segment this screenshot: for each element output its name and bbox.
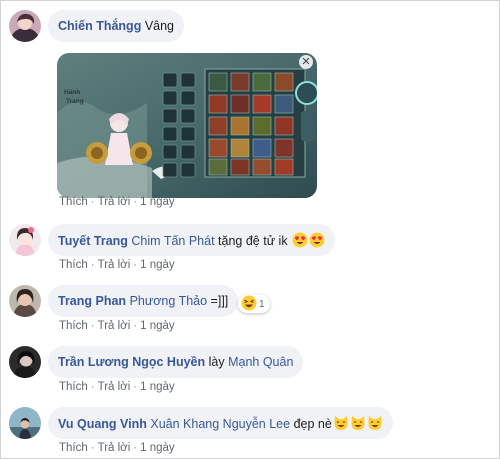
- comment-actions: Thích · Trả lời · 1 ngày: [59, 259, 175, 271]
- comment-author[interactable]: Tuyết Trang: [58, 234, 128, 248]
- reply-link[interactable]: Trả lời: [98, 259, 131, 271]
- avatar-vu-quang-vinh[interactable]: [9, 407, 41, 439]
- close-icon[interactable]: ✕: [299, 55, 313, 69]
- timestamp[interactable]: 1 ngày: [140, 320, 175, 332]
- mention-link[interactable]: Mạnh Quân: [228, 355, 293, 369]
- smiling-cat-emoji-icon: [350, 415, 366, 435]
- comment-actions: Thích · Trả lời · 1 ngày: [59, 320, 175, 332]
- reply-link[interactable]: Trả lời: [98, 442, 131, 454]
- timestamp[interactable]: 1 ngày: [140, 259, 175, 271]
- comment-bubble: Trang Phan Phương Thảo =]]]: [48, 285, 239, 317]
- comment-bubble: Chiến Thắngg Vâng: [48, 10, 185, 42]
- like-link[interactable]: Thích: [59, 442, 88, 454]
- comment-actions: Thích · Trả lời · 1 ngày: [59, 381, 175, 393]
- like-link[interactable]: Thích: [59, 320, 88, 332]
- like-link[interactable]: Thích: [59, 196, 88, 208]
- reply-link[interactable]: Trả lời: [98, 196, 131, 208]
- heart-eyes-emoji-icon: [309, 232, 325, 252]
- timestamp[interactable]: 1 ngày: [140, 196, 175, 208]
- comment-author[interactable]: Chiến Thắngg: [58, 19, 141, 33]
- comment-text: lày: [208, 355, 225, 369]
- mention-link[interactable]: Chim Tấn Phát: [131, 234, 214, 248]
- image-caption: Hành: [64, 89, 81, 96]
- like-link[interactable]: Thích: [59, 259, 88, 271]
- comment-bubble: Tuyết Trang Chim Tấn Phát tặng đệ tử ik: [48, 224, 336, 256]
- avatar-tuyet-trang[interactable]: [9, 224, 41, 256]
- image-caption: Trang: [66, 98, 84, 105]
- timestamp[interactable]: 1 ngày: [140, 442, 175, 454]
- comment-author[interactable]: Vu Quang Vinh: [58, 417, 147, 431]
- comment-bubble: Trần Lương Ngọc Huyền lày Mạnh Quân: [48, 346, 304, 378]
- comment-bubble: Vu Quang Vinh Xuân Khang Nguyễn Lee đẹp …: [48, 407, 393, 439]
- avatar-trang-phan[interactable]: [9, 285, 41, 317]
- reply-link[interactable]: Trả lời: [98, 320, 131, 332]
- avatar-tran-luong-ngoc-huyen[interactable]: [9, 346, 41, 378]
- comment-author[interactable]: Trần Lương Ngọc Huyền: [58, 355, 205, 369]
- comment-text: tặng đệ tử ik: [218, 234, 288, 248]
- timestamp[interactable]: 1 ngày: [140, 381, 175, 393]
- smiling-cat-emoji-icon: [333, 415, 349, 435]
- mention-link[interactable]: Xuân Khang Nguyễn Lee: [150, 417, 290, 431]
- comment-actions: Thích · Trả lời · 1 ngày: [59, 196, 175, 208]
- comment-author[interactable]: Trang Phan: [58, 294, 126, 308]
- reply-link[interactable]: Trả lời: [98, 381, 131, 393]
- smiling-cat-emoji-icon: [367, 415, 383, 435]
- mention-link[interactable]: Phương Thảo: [130, 294, 208, 308]
- comment-actions: Thích · Trả lời · 1 ngày: [59, 442, 175, 454]
- comment-text: đẹp nè: [293, 417, 332, 431]
- like-link[interactable]: Thích: [59, 381, 88, 393]
- avatar-chien-thangg[interactable]: [9, 10, 41, 42]
- reaction-badge[interactable]: 1: [238, 295, 270, 313]
- comment-text: Vâng: [144, 19, 175, 33]
- laughing-emoji-icon: [241, 295, 257, 318]
- heart-eyes-emoji-icon: [292, 232, 308, 252]
- reaction-count: 1: [259, 299, 265, 310]
- comment-image-attachment[interactable]: Hành Trang ✕: [57, 53, 317, 198]
- comment-text: =]]]: [210, 294, 229, 308]
